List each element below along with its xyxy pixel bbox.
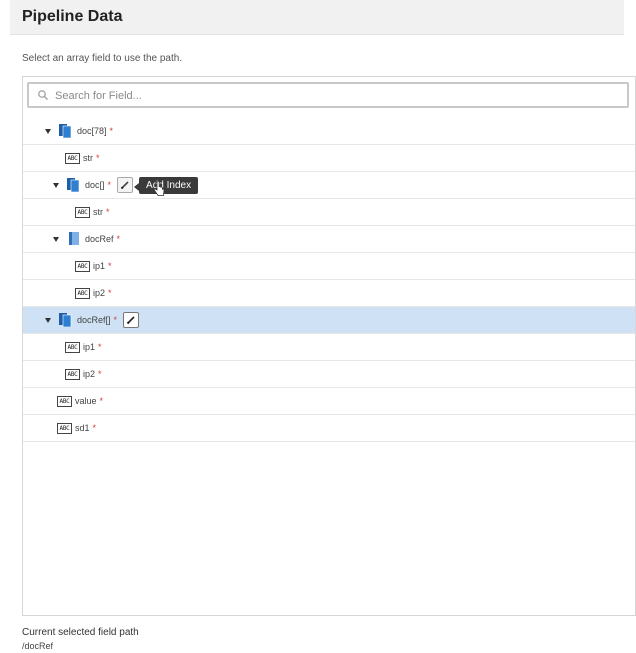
required-marker: * <box>107 180 112 190</box>
field-label: ip1 <box>83 342 96 352</box>
tree-row-doc78[interactable]: doc[78] * <box>23 118 635 145</box>
hand-cursor-icon <box>153 181 165 196</box>
add-index-button[interactable] <box>117 177 134 193</box>
required-marker: * <box>96 153 100 163</box>
field-label: ip2 <box>83 369 96 379</box>
tree-row-ip1[interactable]: ABC ip1 * <box>23 253 635 280</box>
field-label: ip2 <box>93 288 106 298</box>
required-marker: * <box>99 396 104 406</box>
search-icon <box>38 90 48 100</box>
field-label: docRef[] <box>77 315 111 325</box>
search-box[interactable] <box>27 82 629 108</box>
field-tree: doc[78] * ABC str * doc[] * Add Index AB… <box>23 118 635 442</box>
selected-path-label: Current selected field path <box>22 627 139 638</box>
string-field-icon: ABC <box>65 341 80 353</box>
document-array-icon <box>59 124 72 138</box>
string-field-icon: ABC <box>65 368 80 380</box>
field-label: sd1 <box>75 423 90 433</box>
caret-down-icon[interactable] <box>45 128 51 134</box>
selected-path-value: /docRef <box>22 641 54 651</box>
string-field-icon: ABC <box>65 152 80 164</box>
document-array-icon <box>59 313 72 327</box>
field-label: ip1 <box>93 261 106 271</box>
tree-row-value[interactable]: ABC value * <box>23 388 635 415</box>
field-label: doc[78] <box>77 126 107 136</box>
pencil-icon <box>126 316 135 325</box>
required-marker: * <box>98 342 102 352</box>
string-field-icon: ABC <box>75 260 90 272</box>
required-marker: * <box>92 423 97 433</box>
required-marker: * <box>108 288 112 298</box>
tree-row-docref[interactable]: docRef * <box>23 226 635 253</box>
field-label: str <box>93 207 103 217</box>
tree-row-docref-array[interactable]: docRef[] * <box>23 307 635 334</box>
instruction-text: Select an array field to use the path. <box>22 53 183 64</box>
tree-row-ip2[interactable]: ABC ip2 * <box>23 280 635 307</box>
document-icon <box>69 232 79 245</box>
page-title: Pipeline Data <box>22 8 123 25</box>
required-marker: * <box>98 369 102 379</box>
tree-row-ip1[interactable]: ABC ip1 * <box>23 334 635 361</box>
tree-row-sd1[interactable]: ABC sd1 * <box>23 415 635 442</box>
required-marker: * <box>113 315 118 325</box>
field-label: doc[] <box>85 180 105 190</box>
field-tree-panel: doc[78] * ABC str * doc[] * Add I <box>22 76 636 616</box>
field-label: str <box>83 153 93 163</box>
caret-down-icon[interactable] <box>45 317 51 323</box>
pencil-icon <box>120 181 129 190</box>
add-index-button[interactable] <box>123 312 140 328</box>
document-array-icon <box>67 178 80 192</box>
field-label: value <box>75 396 97 406</box>
tree-row-ip2[interactable]: ABC ip2 * <box>23 361 635 388</box>
panel-header: Pipeline Data <box>10 0 624 35</box>
caret-down-icon[interactable] <box>53 236 59 242</box>
string-field-icon: ABC <box>75 287 90 299</box>
string-field-icon: ABC <box>57 395 72 407</box>
caret-down-icon[interactable] <box>53 182 59 188</box>
add-index-tooltip: Add Index <box>134 176 199 194</box>
required-marker: * <box>106 207 110 217</box>
search-input[interactable] <box>53 86 617 106</box>
required-marker: * <box>109 126 114 136</box>
tree-row-doc-array[interactable]: doc[] * Add Index <box>23 172 635 199</box>
tree-row-str[interactable]: ABC str * <box>23 145 635 172</box>
string-field-icon: ABC <box>57 422 72 434</box>
required-marker: * <box>116 234 121 244</box>
required-marker: * <box>108 261 112 271</box>
tree-row-str[interactable]: ABC str * <box>23 199 635 226</box>
field-label: docRef <box>85 234 114 244</box>
string-field-icon: ABC <box>75 206 90 218</box>
